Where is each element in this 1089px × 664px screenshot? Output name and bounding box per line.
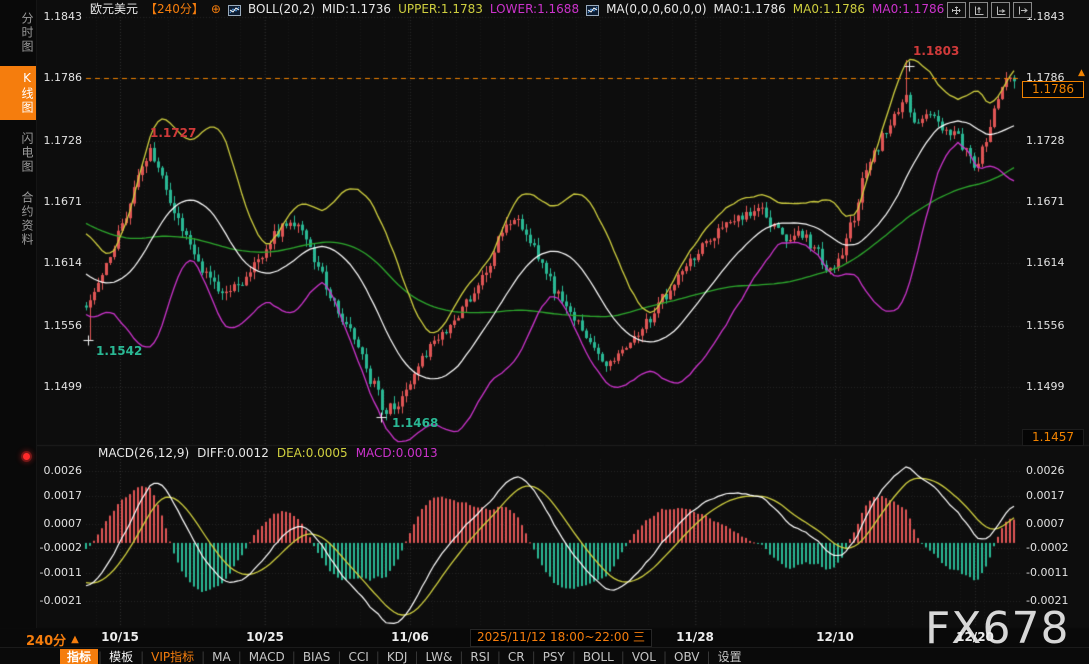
indicator-tab[interactable]: VOL	[625, 649, 663, 664]
period-label: 【240分】	[145, 1, 204, 17]
price-axis-label-right: 1.1671	[1026, 195, 1065, 208]
macd-macd-value: MACD:0.0013	[356, 446, 438, 460]
price-axis-label-right: 1.1499	[1026, 380, 1065, 393]
price-axis-label-left: 1.1671	[38, 195, 82, 208]
x-axis-tick: 10/25	[246, 630, 284, 644]
ma-params: MA(0,0,0,60,0,0)	[606, 1, 706, 17]
chart-header: 欧元美元 【240分】 ⊕ BOLL(20,2) MID:1.1736 UPPE…	[90, 1, 944, 17]
price-axis-label-right: 1.1556	[1026, 319, 1065, 332]
sidebar-item-view[interactable]: 分时图	[0, 7, 36, 59]
indicator-tab[interactable]: KDJ	[380, 649, 415, 664]
symbol-name: 欧元美元	[90, 1, 138, 17]
price-axis-label-left: 1.1614	[38, 256, 82, 269]
price-axis-label-left: 1.1843	[38, 10, 82, 23]
indicator-tab[interactable]: 设置	[711, 649, 749, 664]
add-indicator-icon[interactable]: ⊕	[211, 1, 221, 17]
macd-axis-label-right: -0.0002	[1026, 541, 1068, 554]
session-low-badge: 1.1457	[1022, 429, 1084, 446]
price-axis-label-left: 1.1786	[38, 71, 82, 84]
indicator-tab[interactable]: 指标	[60, 649, 98, 664]
price-axis-label-left: 1.1728	[38, 134, 82, 147]
chart-canvas[interactable]	[0, 0, 1089, 664]
macd-axis-label-right: 0.0007	[1026, 517, 1065, 530]
macd-axis-label-left: 0.0007	[34, 517, 82, 530]
indicator-tab[interactable]: 模板	[102, 649, 140, 664]
price-extreme-annotation: 1.1468	[392, 416, 438, 430]
macd-params: MACD(26,12,9)	[98, 446, 189, 460]
macd-axis-label-left: -0.0011	[34, 566, 82, 579]
macd-axis-label-left: -0.0021	[34, 594, 82, 607]
price-axis-label-left: 1.1499	[38, 380, 82, 393]
macd-dea-value: DEA:0.0005	[277, 446, 348, 460]
indicator-chip-icon	[586, 4, 599, 15]
chart-toolbar	[947, 2, 1032, 18]
boll-upper-value: UPPER:1.1783	[398, 1, 483, 17]
macd-axis-label-left: -0.0002	[34, 541, 82, 554]
indicator-tab[interactable]: CCI	[341, 649, 375, 664]
indicator-chip-icon	[228, 4, 241, 15]
crosshair-move-icon[interactable]	[947, 2, 966, 18]
macd-axis-label-right: 0.0026	[1026, 464, 1065, 477]
x-axis-tick: 11/28	[676, 630, 714, 644]
ma-value-yellow: MA0:1.1786	[793, 1, 865, 17]
indicator-tab[interactable]: BOLL	[576, 649, 621, 664]
y-axis-scale-icon[interactable]	[969, 2, 988, 18]
watermark: FX678	[925, 603, 1069, 654]
sidebar-item-view[interactable]: 闪电图	[0, 127, 36, 179]
macd-axis-label-left: 0.0017	[34, 489, 82, 502]
indicator-tab[interactable]: MACD	[242, 649, 292, 664]
indicator-tab[interactable]: MA	[205, 649, 238, 664]
recording-indicator-icon	[23, 453, 30, 460]
indicator-tab[interactable]: OBV	[667, 649, 707, 664]
boll-mid-value: MID:1.1736	[322, 1, 391, 17]
sidebar: 分时图 K线图闪电图合约资料	[0, 0, 37, 628]
price-extreme-annotation: 1.1727	[150, 126, 196, 140]
boll-lower-value: LOWER:1.1688	[490, 1, 579, 17]
x-axis-tick: 12/10	[816, 630, 854, 644]
indicator-tab[interactable]: LW&	[419, 649, 460, 664]
price-axis-label-right: 1.1614	[1026, 256, 1065, 269]
indicator-tab[interactable]: PSY	[536, 649, 572, 664]
x-axis-tick: 11/06	[391, 630, 429, 644]
sidebar-item-view[interactable]: 合约资料	[0, 186, 36, 252]
indicator-tab[interactable]: BIAS	[296, 649, 338, 664]
ma-value-magenta: MA0:1.1786	[872, 1, 944, 17]
indicator-tab[interactable]: VIP指标	[144, 649, 201, 664]
price-up-arrow-icon: ▲	[1078, 68, 1085, 78]
macd-header: MACD(26,12,9) DIFF:0.0012 DEA:0.0005 MAC…	[98, 446, 438, 460]
crosshair-date-readout: 2025/11/12 18:00~22:00 三	[470, 629, 652, 647]
sidebar-item-active[interactable]: K线图	[0, 66, 36, 120]
price-axis-label-right: 1.1728	[1026, 134, 1065, 147]
trading-terminal: 欧元美元 【240分】 ⊕ BOLL(20,2) MID:1.1736 UPPE…	[0, 0, 1089, 664]
ma-value-white: MA0:1.1786	[714, 1, 786, 17]
price-axis-label-left: 1.1556	[38, 319, 82, 332]
macd-axis-label-right: -0.0011	[1026, 566, 1068, 579]
price-extreme-annotation: 1.1803	[913, 44, 959, 58]
indicator-tab[interactable]: CR	[501, 649, 532, 664]
macd-axis-label-left: 0.0026	[34, 464, 82, 477]
scroll-right-icon[interactable]	[1013, 2, 1032, 18]
macd-axis-label-right: 0.0017	[1026, 489, 1065, 502]
current-price-badge: 1.1786	[1022, 81, 1084, 98]
x-axis-scale-icon[interactable]	[991, 2, 1010, 18]
triangle-up-icon: ▲	[71, 634, 79, 645]
indicator-tab[interactable]: RSI	[463, 649, 497, 664]
boll-params: BOLL(20,2)	[248, 1, 315, 17]
price-extreme-annotation: 1.1542	[96, 344, 142, 358]
macd-diff-value: DIFF:0.0012	[197, 446, 269, 460]
x-axis-tick: 10/15	[101, 630, 139, 644]
